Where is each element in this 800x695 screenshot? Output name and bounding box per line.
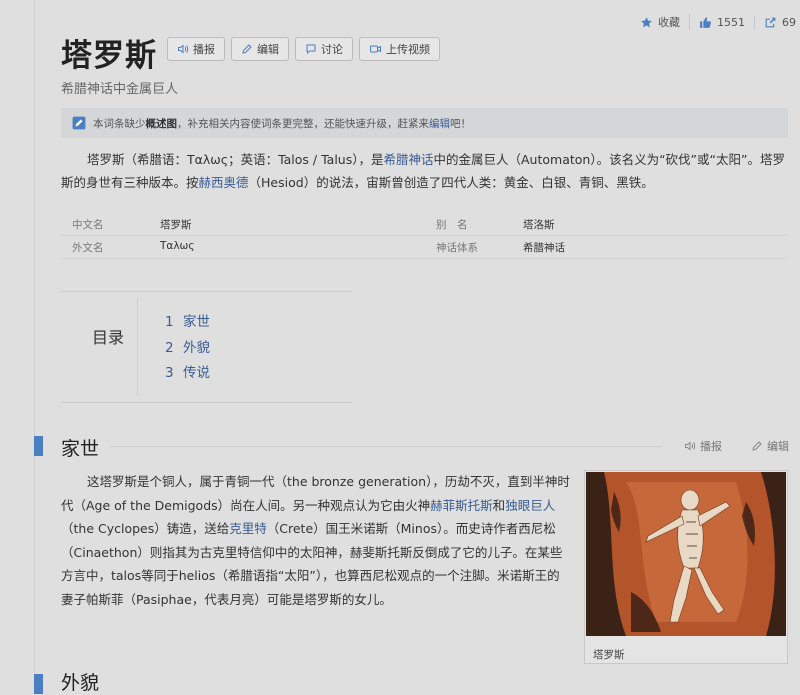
- entry-stats: 收藏 1551 69: [631, 14, 800, 30]
- share-button[interactable]: 69: [755, 16, 800, 29]
- missing-image-notice: 本词条缺少 概述图 ，补充相关内容使词条更完整，还能快速升级，赶紧来 编辑 吧！: [61, 108, 788, 138]
- toc-divider: [137, 298, 138, 396]
- title-actions: 播报 编辑 讨论 上传视频: [167, 37, 440, 61]
- section-listen-button[interactable]: 播报: [684, 438, 722, 454]
- favorite-label: 收藏: [658, 16, 680, 29]
- figure-caption: 塔罗斯: [593, 649, 625, 661]
- edit-note-icon: [72, 116, 86, 130]
- toc-item[interactable]: 3 传说: [165, 361, 210, 381]
- section-title-appearance: 外貌: [61, 672, 100, 694]
- toc-item-label: 家世: [183, 314, 210, 330]
- discuss-button[interactable]: 讨论: [295, 37, 353, 61]
- speaker-icon: [685, 441, 696, 451]
- info-value: Ταλως: [160, 240, 195, 252]
- pencil-icon: [752, 441, 762, 451]
- page-title: 塔罗斯: [61, 38, 157, 74]
- like-button[interactable]: 1551: [690, 15, 755, 29]
- notice-prefix: 本词条缺少: [93, 117, 146, 130]
- table-of-contents: 目录 1 家世 2 外貌 3 传说: [61, 291, 352, 403]
- toc-item[interactable]: 1 家世: [165, 310, 210, 330]
- star-icon: [641, 16, 652, 27]
- link-hephaestus[interactable]: 赫菲斯托斯: [430, 498, 493, 513]
- section-marker: [34, 674, 43, 694]
- link-mythology-system[interactable]: 希腊神话: [523, 240, 565, 255]
- info-key: 别 名: [436, 219, 468, 231]
- talos-vase-image: [586, 472, 786, 636]
- speaker-icon: [178, 44, 189, 54]
- left-rail: [34, 0, 35, 681]
- summary-text-3: （Hesiod）的说法，宙斯曾创造了四代人类：黄金、白银、青铜、黑铁。: [248, 175, 654, 190]
- share-icon: [765, 17, 776, 27]
- info-key: 中文名: [72, 219, 104, 231]
- toc-item-label: 传说: [183, 365, 210, 381]
- section-divider: [110, 446, 662, 447]
- entry-summary: 塔罗斯（希腊语：Ταλως；英语：Talos / Talus），是希腊神话中的金…: [61, 148, 786, 194]
- toc-item-number: 1: [165, 314, 174, 330]
- link-greek-mythology[interactable]: 希腊神话: [383, 152, 433, 167]
- info-value: 塔洛斯: [523, 219, 555, 231]
- edit-button[interactable]: 编辑: [231, 37, 289, 61]
- favorite-button[interactable]: 收藏: [631, 14, 690, 30]
- basic-info-row: 中文名 塔罗斯 别 名 塔洛斯: [61, 213, 786, 236]
- link-cyclopes[interactable]: 独眼巨人: [505, 498, 555, 513]
- notice-middle: ，补充相关内容使词条更完整，还能快速升级，赶紧来: [177, 117, 429, 130]
- basic-info-row: 外文名 Ταλως 神话体系 希腊神话: [61, 236, 786, 259]
- link-crete[interactable]: 克里特: [229, 521, 267, 536]
- body-text-3: （the Cyclopes）铸造，送给: [61, 521, 230, 536]
- section-marker: [34, 436, 43, 456]
- upload-video-label: 上传视频: [386, 43, 430, 56]
- like-count: 1551: [717, 15, 745, 29]
- summary-text-1: 塔罗斯（希腊语：Ταλως；英语：Talos / Talus），是: [87, 152, 384, 167]
- chat-bubble-icon: [306, 44, 316, 55]
- pencil-icon: [242, 44, 252, 54]
- info-value: 塔罗斯: [160, 219, 192, 231]
- listen-button[interactable]: 播报: [167, 37, 225, 61]
- section-title-family: 家世: [61, 438, 100, 460]
- section-edit-button[interactable]: 编辑: [751, 438, 789, 454]
- video-camera-icon: [370, 45, 381, 53]
- edit-label: 编辑: [257, 43, 279, 56]
- notice-suffix: 吧！: [450, 117, 471, 130]
- section-figure[interactable]: 塔罗斯: [584, 470, 788, 664]
- thumbs-up-icon: [700, 16, 711, 28]
- notice-bold: 概述图: [145, 117, 178, 130]
- section-body-family: 这塔罗斯是个铜人，属于青铜一代（the bronze generation），历…: [61, 470, 571, 611]
- info-key: 外文名: [72, 242, 104, 254]
- info-key: 神话体系: [436, 242, 478, 254]
- discuss-label: 讨论: [321, 43, 343, 56]
- upload-video-button[interactable]: 上传视频: [359, 37, 440, 61]
- toc-title: 目录: [92, 328, 125, 347]
- toc-item-label: 外貌: [183, 340, 210, 356]
- toc-item-number: 3: [165, 365, 174, 381]
- share-count: 69: [782, 15, 796, 29]
- toc-item[interactable]: 2 外貌: [165, 336, 210, 356]
- notice-edit-link[interactable]: 编辑: [429, 116, 450, 131]
- link-hesiod[interactable]: 赫西奥德: [199, 175, 249, 190]
- section-edit-label: 编辑: [767, 440, 789, 453]
- section-listen-label: 播报: [700, 440, 722, 453]
- toc-item-number: 2: [165, 340, 174, 356]
- entry-subtitle: 希腊神话中金属巨人: [61, 82, 179, 97]
- listen-label: 播报: [193, 43, 215, 56]
- body-text-2: 和: [492, 497, 506, 513]
